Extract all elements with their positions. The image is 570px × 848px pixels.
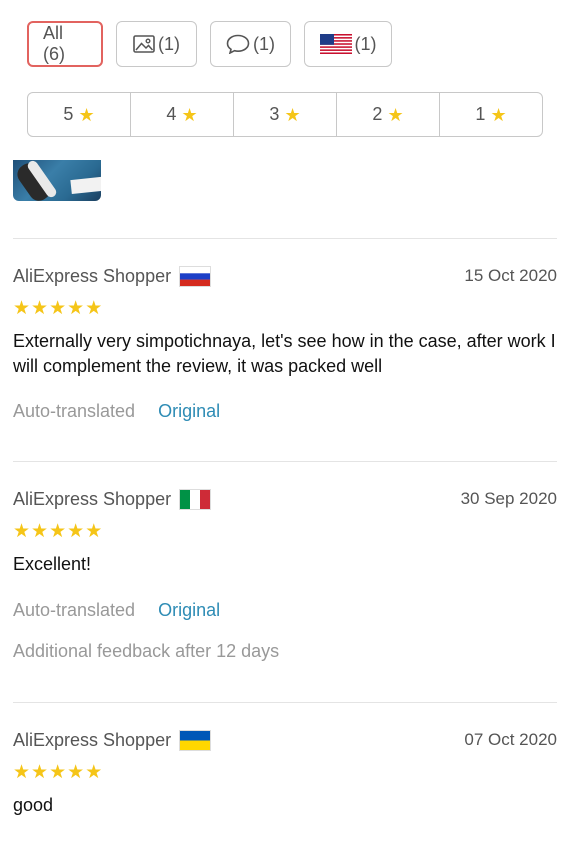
divider (13, 461, 557, 462)
star-icon: ★ (13, 521, 31, 542)
review-photo-thumbnail[interactable] (13, 160, 101, 201)
review-stars: ★ ★ ★ ★ ★ (13, 299, 557, 318)
auto-translated-label: Auto-translated (13, 401, 136, 421)
rating-5-button[interactable]: 5 ★ (28, 93, 131, 136)
review-text: Excellent! (13, 554, 92, 574)
comment-icon (226, 34, 250, 54)
star-icon: ★ (13, 762, 31, 783)
star-icon: ★ (490, 104, 507, 125)
divider (13, 702, 557, 703)
star-icon: ★ (13, 298, 31, 319)
filter-all-label: All (6) (43, 23, 65, 64)
rating-1-button[interactable]: 1 ★ (440, 93, 542, 136)
review-item: AliExpress Shopper 07 Oct 2020 ★ ★ ★ ★ ★ goo… (13, 730, 557, 818)
star-icon: ★ (78, 104, 95, 125)
additional-feedback-label: Additional feedback after 12 days (13, 641, 280, 661)
rating-2-label: 2 (372, 104, 383, 124)
filter-with-photos-button[interactable]: (1) (116, 21, 197, 67)
filter-photos-count: (1) (158, 33, 180, 54)
star-icon: ★ (67, 762, 85, 783)
star-icon: ★ (49, 762, 67, 783)
star-icon: ★ (49, 298, 67, 319)
star-icon: ★ (31, 298, 49, 319)
rating-3-button[interactable]: 3 ★ (234, 93, 337, 136)
review-stars: ★ ★ ★ ★ ★ (13, 522, 557, 541)
review-text: Externally very simpotichnaya, let's see… (13, 331, 556, 376)
filter-row: All (6) (1) (1) (1) (27, 21, 392, 67)
reviewer-name: AliExpress Shopper (13, 730, 172, 750)
star-rating-filter: 5 ★ 4 ★ 3 ★ 2 ★ 1 ★ (27, 92, 543, 137)
us-flag-icon (319, 34, 352, 54)
translation-row: Auto-translated Original (13, 600, 557, 621)
image-icon (133, 35, 155, 53)
filter-country-button[interactable]: (1) (304, 21, 392, 67)
review-date: 30 Sep 2020 (460, 489, 557, 508)
star-icon: ★ (284, 104, 301, 125)
star-icon: ★ (31, 521, 49, 542)
review-text: good (13, 795, 54, 815)
star-icon: ★ (85, 762, 103, 783)
original-link[interactable]: Original (158, 600, 220, 621)
rating-2-button[interactable]: 2 ★ (337, 93, 440, 136)
review-stars: ★ ★ ★ ★ ★ (13, 763, 557, 782)
reviewer-name: AliExpress Shopper (13, 266, 172, 286)
star-icon: ★ (181, 104, 198, 125)
review-date: 15 Oct 2020 (464, 266, 557, 285)
star-icon: ★ (49, 521, 67, 542)
star-icon: ★ (85, 298, 103, 319)
review-date: 07 Oct 2020 (464, 730, 557, 749)
filter-comments-count: (1) (253, 33, 275, 54)
rating-4-button[interactable]: 4 ★ (131, 93, 234, 136)
rating-3-label: 3 (269, 104, 280, 124)
auto-translated-label: Auto-translated (13, 600, 136, 620)
star-icon: ★ (85, 521, 103, 542)
ukraine-flag-icon (179, 730, 212, 751)
review-item: AliExpress Shopper 15 Oct 2020 ★ ★ ★ ★ ★ Ext… (13, 266, 557, 422)
star-icon: ★ (67, 521, 85, 542)
divider (13, 238, 557, 239)
filter-all-button[interactable]: All (6) (27, 21, 103, 67)
star-icon: ★ (387, 104, 404, 125)
rating-5-label: 5 (63, 104, 74, 124)
rating-1-label: 1 (475, 104, 486, 124)
translation-row: Auto-translated Original (13, 401, 557, 422)
russia-flag-icon (179, 266, 212, 287)
rating-4-label: 4 (166, 104, 177, 124)
italy-flag-icon (179, 489, 212, 510)
star-icon: ★ (31, 762, 49, 783)
original-link[interactable]: Original (158, 401, 220, 422)
review-item: AliExpress Shopper 30 Sep 2020 ★ ★ ★ ★ ★ Exc… (13, 489, 557, 662)
reviewer-name: AliExpress Shopper (13, 489, 172, 509)
star-icon: ★ (67, 298, 85, 319)
filter-country-count: (1) (354, 33, 377, 54)
filter-with-comments-button[interactable]: (1) (210, 21, 291, 67)
